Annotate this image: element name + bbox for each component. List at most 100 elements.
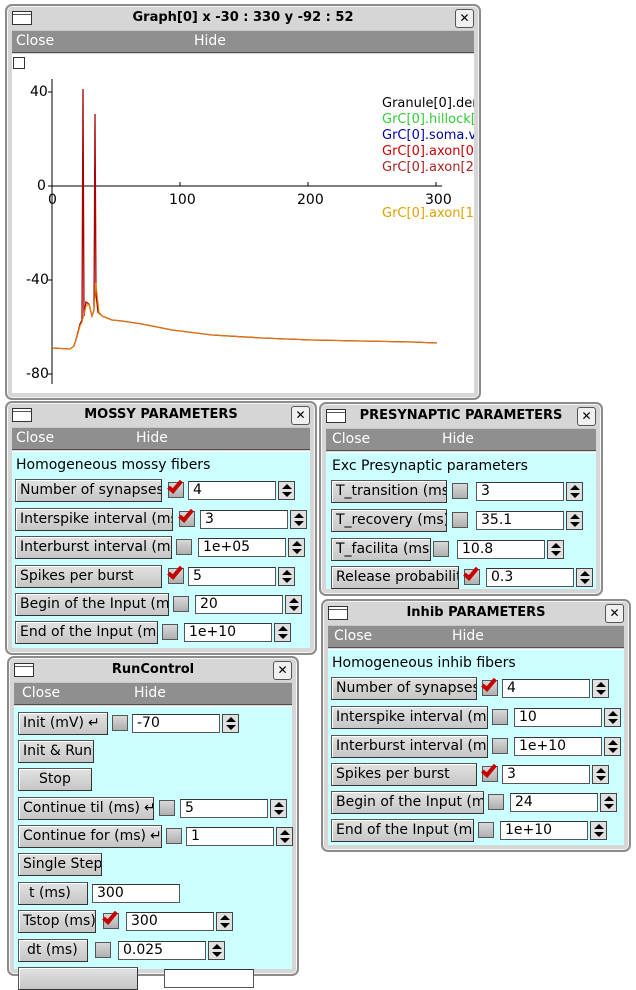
mossy-interspike-field[interactable]: 3 xyxy=(200,510,288,529)
t-transition-stepper[interactable] xyxy=(566,482,583,501)
mossy-spikes-per-burst-stepper[interactable] xyxy=(278,567,295,586)
mossy-end-input-button[interactable]: End of the Input (ms) xyxy=(15,621,158,644)
inhib-num-synapses-checkbox[interactable] xyxy=(482,680,498,696)
t-button[interactable]: t (ms) xyxy=(18,882,88,905)
t-recovery-field[interactable]: 35.1 xyxy=(476,511,564,530)
mossy-end-input-stepper[interactable] xyxy=(274,623,291,642)
t-facilita-button[interactable]: T_facilita (ms) xyxy=(331,538,431,561)
init-stepper[interactable] xyxy=(222,714,239,733)
mossy-interburst-checkbox[interactable] xyxy=(176,539,192,555)
continue-til-button[interactable]: Continue til (ms)↵ xyxy=(18,797,154,820)
continue-for-field[interactable]: 1 xyxy=(186,827,274,846)
init-field[interactable]: -70 xyxy=(132,714,220,733)
mossy-spikes-per-burst-field[interactable]: 5 xyxy=(188,567,276,586)
inhib-spikes-per-burst-stepper[interactable] xyxy=(592,765,609,784)
hide-menu-item[interactable]: Hide xyxy=(194,33,226,49)
close-menu-item[interactable]: Close xyxy=(22,685,60,701)
dt-checkbox[interactable] xyxy=(95,942,111,958)
t-transition-checkbox[interactable] xyxy=(452,483,468,499)
inhib-interspike-field[interactable]: 10 xyxy=(514,708,602,727)
close-icon[interactable]: ✕ xyxy=(605,604,624,623)
legend-entry[interactable]: GrC[0].axon[29 xyxy=(382,160,474,176)
inhib-end-input-button[interactable]: End of the Input (ms) xyxy=(331,819,474,842)
stop-button[interactable]: Stop xyxy=(18,768,92,791)
single-step-button[interactable]: Single Step xyxy=(18,853,102,876)
legend-entry[interactable]: Granule[0].den xyxy=(382,96,474,112)
release-probability-checkbox[interactable] xyxy=(464,569,480,585)
inhib-interspike-button[interactable]: Interspike interval (ms) xyxy=(331,706,488,729)
inhib-spikes-per-burst-checkbox[interactable] xyxy=(482,766,498,782)
legend-entry[interactable]: GrC[0].soma.v xyxy=(382,128,474,144)
inhib-spikes-per-burst-field[interactable]: 3 xyxy=(502,765,590,784)
init-button[interactable]: Init (mV) ↵ xyxy=(18,712,108,735)
mossy-interspike-button[interactable]: Interspike interval (ms) xyxy=(15,508,173,531)
presyn-titlebar[interactable]: PRESYNAPTIC PARAMETERS ✕ xyxy=(324,406,598,426)
mossy-interburst-button[interactable]: Interburst interval (ms) xyxy=(15,536,172,559)
inhib-num-synapses-button[interactable]: Number of synapses xyxy=(331,677,477,700)
mossy-num-synapses-checkbox[interactable] xyxy=(168,482,184,498)
inhib-begin-input-button[interactable]: Begin of the Input (ms) xyxy=(331,791,484,814)
hide-menu-item[interactable]: Hide xyxy=(442,431,474,447)
mossy-end-input-checkbox[interactable] xyxy=(162,624,178,640)
inhib-end-input-checkbox[interactable] xyxy=(478,822,494,838)
graph-canvas-area[interactable]: 40 0 -40 -80 0 100 200 300 Granule[0].de… xyxy=(12,54,474,393)
legend-entry[interactable]: GrC[0].hillock[0 xyxy=(382,112,474,128)
inhib-end-input-stepper[interactable] xyxy=(590,821,607,840)
continue-for-stepper[interactable] xyxy=(276,827,293,846)
continue-til-stepper[interactable] xyxy=(270,799,287,818)
t-facilita-stepper[interactable] xyxy=(547,540,564,559)
mossy-begin-input-stepper[interactable] xyxy=(285,595,302,614)
inhib-interspike-stepper[interactable] xyxy=(604,708,621,727)
mossy-interburst-stepper[interactable] xyxy=(288,538,305,557)
mossy-interspike-checkbox[interactable] xyxy=(179,511,195,527)
close-icon[interactable]: ✕ xyxy=(577,407,596,426)
tstop-button[interactable]: Tstop (ms) xyxy=(18,910,96,933)
mossy-num-synapses-button[interactable]: Number of synapses xyxy=(15,479,162,502)
release-probability-button[interactable]: Release probability xyxy=(331,566,459,589)
mossy-begin-input-button[interactable]: Begin of the Input (ms) xyxy=(15,593,169,616)
inhib-begin-input-stepper[interactable] xyxy=(600,793,617,812)
t-facilita-field[interactable]: 10.8 xyxy=(457,540,545,559)
hide-menu-item[interactable]: Hide xyxy=(134,685,166,701)
inhib-end-input-field[interactable]: 1e+10 xyxy=(500,821,588,840)
inhib-begin-input-checkbox[interactable] xyxy=(488,794,504,810)
continue-for-checkbox[interactable] xyxy=(166,828,182,844)
hide-menu-item[interactable]: Hide xyxy=(452,628,484,644)
release-probability-stepper[interactable] xyxy=(576,568,593,587)
inhib-spikes-per-burst-button[interactable]: Spikes per burst xyxy=(331,763,477,786)
inhib-interburst-field[interactable]: 1e+10 xyxy=(514,737,602,756)
tstop-stepper[interactable] xyxy=(216,912,233,931)
t-transition-field[interactable]: 3 xyxy=(476,482,564,501)
tstop-checkbox[interactable] xyxy=(103,913,119,929)
dt-button[interactable]: dt (ms) xyxy=(18,939,88,962)
t-recovery-stepper[interactable] xyxy=(566,511,583,530)
legend-entry[interactable]: GrC[0].axon[14 xyxy=(382,206,474,222)
close-menu-item[interactable]: Close xyxy=(334,628,372,644)
mossy-interburst-field[interactable]: 1e+05 xyxy=(198,538,286,557)
inhib-num-synapses-stepper[interactable] xyxy=(592,679,609,698)
t-recovery-checkbox[interactable] xyxy=(452,512,468,528)
close-menu-item[interactable]: Close xyxy=(16,430,54,446)
mossy-num-synapses-field[interactable]: 4 xyxy=(188,481,276,500)
mossy-num-synapses-stepper[interactable] xyxy=(278,481,295,500)
inhib-begin-input-field[interactable]: 24 xyxy=(510,793,598,812)
mossy-begin-input-checkbox[interactable] xyxy=(173,596,189,612)
next-control-button[interactable] xyxy=(18,967,138,990)
next-control-field[interactable] xyxy=(164,969,254,988)
dt-stepper[interactable] xyxy=(208,941,225,960)
mossy-begin-input-field[interactable]: 20 xyxy=(195,595,283,614)
release-probability-field[interactable]: 0.3 xyxy=(486,568,574,587)
inhib-num-synapses-field[interactable]: 4 xyxy=(502,679,590,698)
inhib-titlebar[interactable]: Inhib PARAMETERS ✕ xyxy=(326,603,626,623)
close-icon[interactable]: ✕ xyxy=(455,9,474,28)
close-menu-item[interactable]: Close xyxy=(16,33,54,49)
init-checkbox[interactable] xyxy=(112,715,128,731)
mossy-spikes-per-burst-button[interactable]: Spikes per burst xyxy=(15,565,162,588)
mossy-titlebar[interactable]: MOSSY PARAMETERS ✕ xyxy=(10,405,312,425)
close-icon[interactable]: ✕ xyxy=(291,406,310,425)
init-run-button[interactable]: Init & Run xyxy=(18,740,94,763)
continue-for-button[interactable]: Continue for (ms) ↵ xyxy=(18,825,162,848)
legend-entry[interactable]: GrC[0].axon[0] xyxy=(382,144,474,160)
hide-menu-item[interactable]: Hide xyxy=(136,430,168,446)
mossy-interspike-stepper[interactable] xyxy=(290,510,307,529)
